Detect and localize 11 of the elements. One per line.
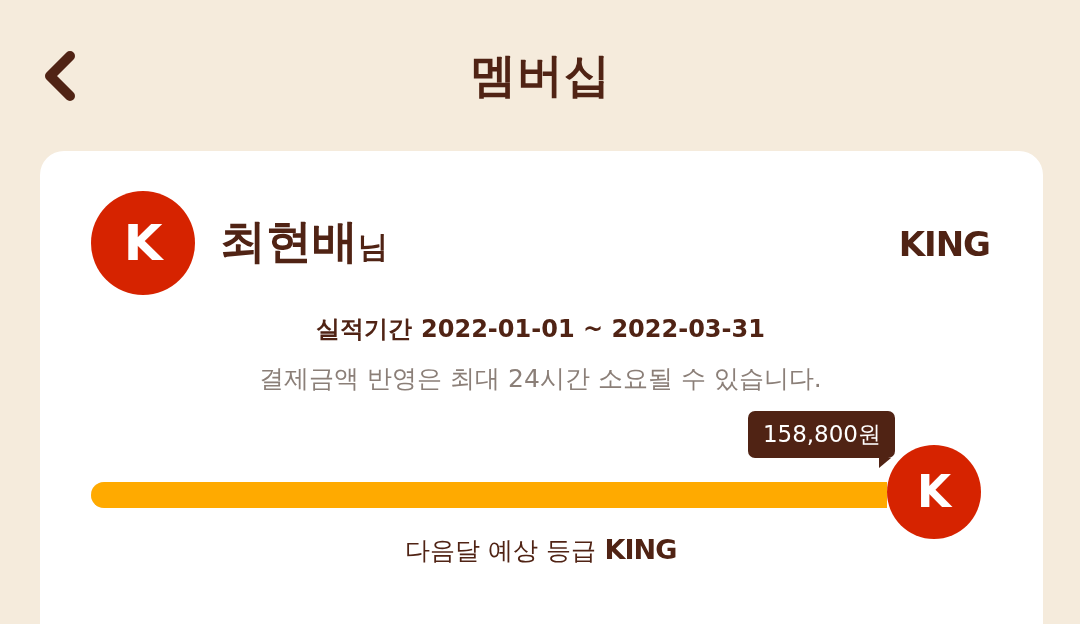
next-grade-value: KING [604,534,677,566]
progress-thumb: K [887,445,981,539]
member-name: 최현배 님 [220,218,388,264]
period-label: 실적기간 [316,314,413,345]
grade-label: KING [898,227,990,261]
notice-text: 결제금액 반영은 최대 24시간 소요될 수 있습니다. [259,363,822,395]
next-grade-label: 다음달 예상 등급 [404,535,596,567]
grade-badge: K [91,191,195,295]
period-range: 2022-01-01 ~ 2022-03-31 [421,314,765,345]
page-title: 멤버십 [469,51,611,98]
chevron-left-icon [42,49,76,102]
